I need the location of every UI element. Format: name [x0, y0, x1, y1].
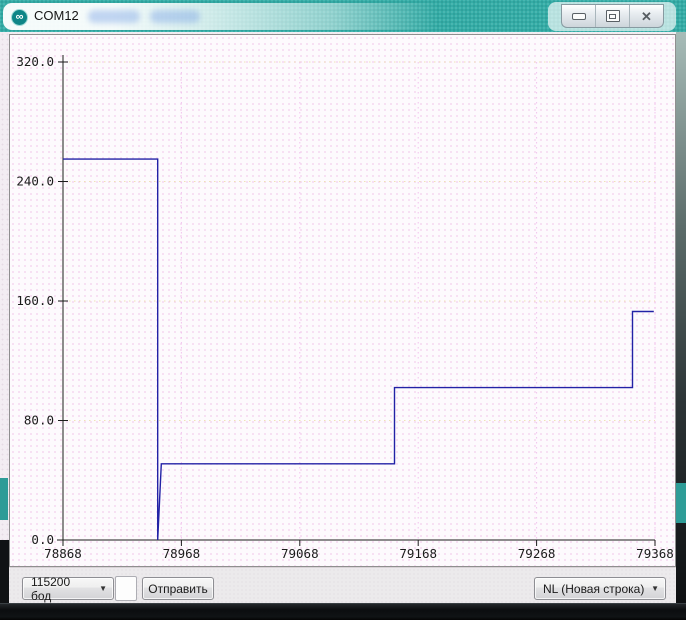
window-titlebar: ∞ COM12 ✕ [0, 0, 686, 32]
frame-artifact [676, 483, 686, 523]
chevron-down-icon: ▼ [99, 584, 107, 593]
close-button[interactable]: ✕ [629, 5, 663, 27]
y-tick-label: 0.0 [31, 532, 54, 547]
baud-rate-select[interactable]: 115200 бод ▼ [22, 577, 114, 600]
x-tick-label: 79268 [518, 546, 556, 561]
serial-plotter-chart: 0.0 80.0 160.0 240.0 320.0 78868 78968 79068 791… [10, 35, 675, 566]
line-ending-select[interactable]: NL (Новая строка) ▼ [534, 577, 666, 600]
desktop-background: ∞ COM12 ✕ 0.0 80.0 160.0 240.0 320.0 78868 789… [0, 0, 686, 620]
window-body: 0.0 80.0 160.0 240.0 320.0 78868 78968 79068 791… [0, 32, 676, 603]
window-title: COM12 [34, 8, 79, 23]
y-tick-label: 80.0 [24, 413, 54, 428]
x-tick-label: 78868 [44, 546, 82, 561]
titlebar-ghost-artifact [88, 10, 140, 23]
window-controls: ✕ [561, 4, 664, 28]
x-tick-label: 78968 [163, 546, 201, 561]
y-tick-label: 320.0 [16, 54, 54, 69]
infinity-icon: ∞ [16, 11, 24, 23]
y-tick-label: 160.0 [16, 293, 54, 308]
maximize-icon [606, 10, 620, 22]
window-left-border [0, 540, 9, 603]
plotter-toolbar: 115200 бод ▼ Отправить NL (Новая строка)… [0, 567, 676, 603]
minimize-button[interactable] [562, 5, 595, 27]
maximize-icon-inner [609, 14, 616, 19]
y-tick-label: 240.0 [16, 174, 54, 189]
x-tick-label: 79168 [399, 546, 437, 561]
send-button[interactable]: Отправить [142, 577, 214, 600]
plot-canvas: 0.0 80.0 160.0 240.0 320.0 78868 78968 79068 791… [9, 34, 676, 567]
frame-artifact [0, 478, 8, 520]
line-ending-value: NL (Новая строка) [543, 582, 644, 596]
x-tick-label: 79068 [281, 546, 319, 561]
series-line [63, 159, 654, 540]
maximize-button[interactable] [595, 5, 629, 27]
window-bottom-border [0, 603, 686, 620]
arduino-app-icon: ∞ [11, 9, 28, 26]
chevron-down-icon: ▼ [651, 584, 659, 593]
minimize-icon [572, 13, 586, 20]
send-input[interactable] [115, 576, 137, 601]
baud-rate-value: 115200 бод [31, 575, 93, 603]
titlebar-ghost-artifact [150, 10, 200, 23]
x-tick-label: 79368 [636, 546, 674, 561]
close-icon: ✕ [641, 10, 652, 23]
